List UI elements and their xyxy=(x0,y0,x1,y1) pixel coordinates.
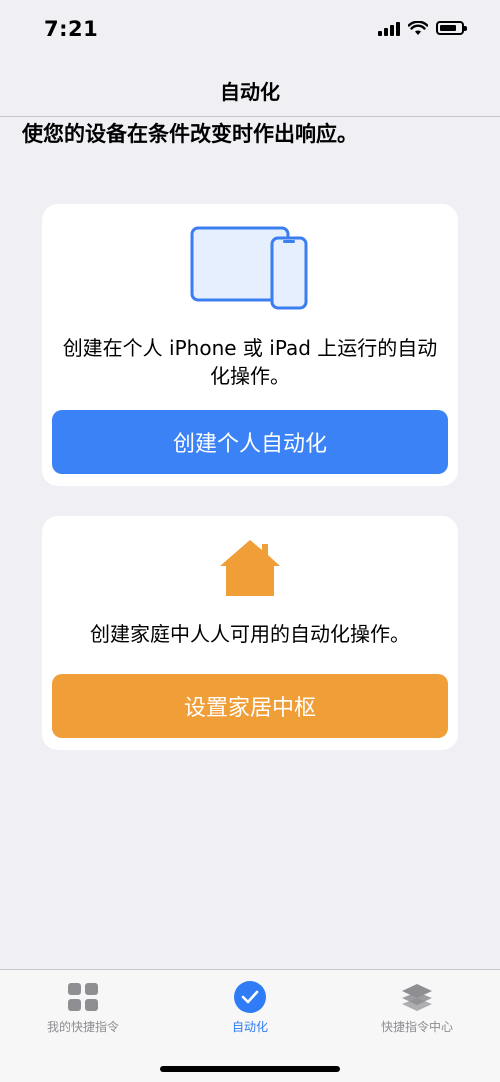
home-indicator xyxy=(160,1066,340,1072)
personal-automation-description: 创建在个人 iPhone 或 iPad 上运行的自动化操作。 xyxy=(62,336,438,388)
tab-bar: 我的快捷指令 自动化 快捷指令中心 xyxy=(0,969,500,1082)
create-personal-automation-button[interactable]: 创建个人自动化 xyxy=(52,410,448,474)
tab-label: 我的快捷指令 xyxy=(46,1020,119,1034)
page-title: 自动化 xyxy=(220,80,280,104)
tab-automation[interactable]: 自动化 xyxy=(167,980,333,1035)
home-automation-card: 创建家庭中人人可用的自动化操作。 设置家居中枢 xyxy=(42,516,458,750)
grid-icon xyxy=(68,983,98,1011)
personal-automation-card: 创建在个人 iPhone 或 iPad 上运行的自动化操作。 创建个人自动化 xyxy=(42,204,458,486)
cellular-signal-icon xyxy=(378,20,400,36)
navigation-bar: 自动化 xyxy=(0,58,500,117)
tab-label: 自动化 xyxy=(231,1020,268,1034)
setup-home-hub-button[interactable]: 设置家居中枢 xyxy=(52,674,448,738)
tab-my-shortcuts[interactable]: 我的快捷指令 xyxy=(0,980,166,1035)
wifi-icon xyxy=(408,20,428,35)
tab-label: 快捷指令中心 xyxy=(380,1020,453,1034)
home-automation-description: 创建家庭中人人可用的自动化操作。 xyxy=(90,622,410,646)
page-subtitle: 使您的设备在条件改变时作出响应。 xyxy=(22,122,358,146)
house-icon xyxy=(220,540,280,596)
iphone-ipad-icon xyxy=(190,226,308,310)
status-icons xyxy=(378,20,467,36)
battery-icon xyxy=(436,21,467,35)
status-time: 7:21 xyxy=(44,17,99,41)
layers-icon xyxy=(402,984,432,1011)
tab-gallery[interactable]: 快捷指令中心 xyxy=(334,980,500,1035)
status-bar: 7:21 xyxy=(0,0,500,58)
checkmark-circle-icon xyxy=(234,981,266,1013)
